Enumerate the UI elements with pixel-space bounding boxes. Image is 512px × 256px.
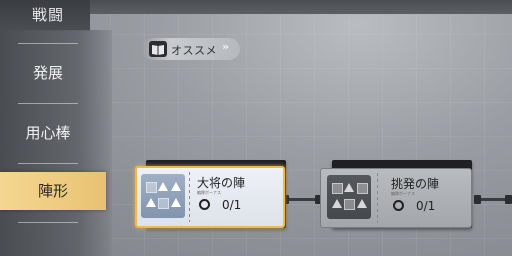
triangle-icon <box>344 183 354 192</box>
node-title: 大将の陣 <box>197 176 246 190</box>
book-icon <box>149 41 167 57</box>
triangle-icon <box>146 198 156 207</box>
triangle-icon <box>171 182 181 191</box>
progress-ring-icon <box>199 199 210 210</box>
sidebar-divider <box>18 222 78 223</box>
node-connector <box>282 195 322 204</box>
sidebar-item-label: 発展 <box>32 64 63 82</box>
sidebar-item-development[interactable]: 発展 <box>18 43 78 103</box>
sidebar-item-formation[interactable]: 陣形 <box>0 172 106 210</box>
slot-icon <box>332 183 343 194</box>
triangle-icon <box>158 182 168 191</box>
node-count: 0/1 <box>222 198 242 212</box>
card-divider <box>377 173 378 223</box>
formation-node-provoke[interactable]: 挑発の陣 編隊ボーナス 0/1 <box>320 168 472 228</box>
formation-thumbnail <box>141 174 185 218</box>
tab-battle[interactable]: 戦闘 <box>0 0 90 31</box>
node-subtitle: 編隊ボーナス <box>197 190 221 195</box>
triangle-icon <box>332 199 342 208</box>
slot-icon <box>344 199 355 210</box>
sidebar-item-label: 用心棒 <box>25 124 71 142</box>
triangle-icon <box>357 199 367 208</box>
chevron-right-icon: » <box>222 40 230 53</box>
sidebar-item-bodyguard[interactable]: 用心棒 <box>18 103 78 163</box>
formation-thumbnail <box>327 175 371 219</box>
node-subtitle: 編隊ボーナス <box>391 191 415 196</box>
triangle-icon <box>171 198 181 207</box>
node-count: 0/1 <box>416 199 436 213</box>
card-divider <box>189 172 190 222</box>
slot-icon <box>146 182 157 193</box>
node-connector <box>474 195 512 204</box>
formation-node-general[interactable]: 大将の陣 編隊ボーナス 0/1 <box>135 166 285 228</box>
slot-icon <box>158 198 169 209</box>
sidebar-divider <box>18 163 78 164</box>
node-title: 挑発の陣 <box>391 177 440 191</box>
progress-ring-icon <box>393 200 404 211</box>
slot-icon <box>357 183 368 194</box>
tab-battle-label: 戦闘 <box>32 6 65 24</box>
sidebar-item-label: 陣形 <box>37 182 68 200</box>
recommend-label: オススメ <box>171 44 217 57</box>
